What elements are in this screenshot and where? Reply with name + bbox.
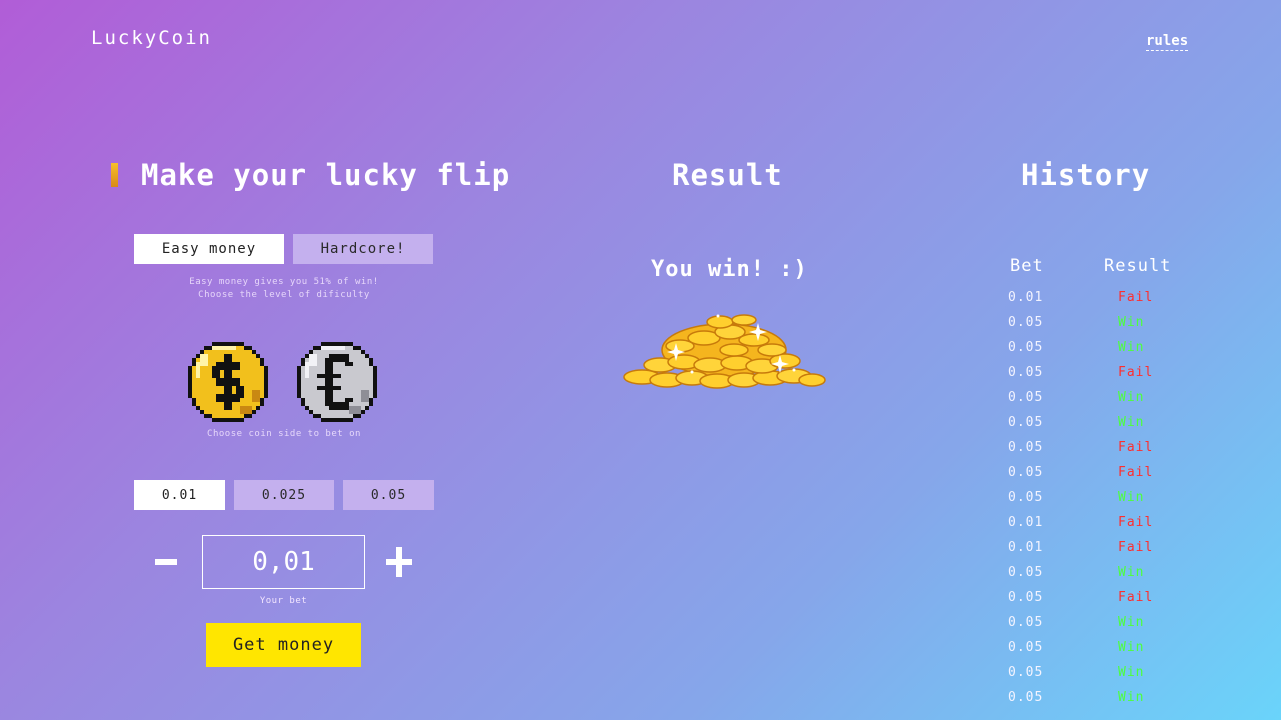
history-result-header: Result <box>1104 256 1172 276</box>
history-bet-value: 0.05 <box>1008 690 1044 705</box>
minus-icon <box>155 559 177 565</box>
history-bet-value: 0.05 <box>1008 565 1044 580</box>
history-result-value: Win <box>1118 665 1145 680</box>
amount-0-05-button[interactable]: 0.05 <box>343 480 434 510</box>
flip-panel-title: Make your lucky flip <box>141 158 511 192</box>
history-bet-value: 0.05 <box>1008 465 1044 480</box>
history-row: 0.01 Fail <box>1008 515 1208 540</box>
history-result-value: Win <box>1118 640 1145 655</box>
history-bet-value: 0.01 <box>1008 540 1044 555</box>
history-result-value: Fail <box>1118 540 1154 555</box>
mode-hint-line: Easy money gives you 51% of win! <box>189 277 379 287</box>
mode-easy-money-button[interactable]: Easy money <box>134 234 284 264</box>
amount-0-01-button[interactable]: 0.01 <box>134 480 225 510</box>
coin-hint: Choose coin side to bet on <box>207 429 361 439</box>
mode-hardcore-button[interactable]: Hardcore! <box>293 234 433 264</box>
history-bet-value: 0.05 <box>1008 340 1044 355</box>
dollar-coin-icon[interactable] <box>188 342 268 422</box>
decrease-bet-button[interactable] <box>148 541 184 583</box>
history-bet-value: 0.05 <box>1008 315 1044 330</box>
history-row: 0.01 Fail <box>1008 540 1208 565</box>
history-result-value: Win <box>1118 340 1145 355</box>
history-bet-value: 0.05 <box>1008 390 1044 405</box>
history-bet-value: 0.01 <box>1008 290 1044 305</box>
history-result-value: Win <box>1118 490 1145 505</box>
result-message: You win! :) <box>651 257 808 282</box>
history-result-value: Fail <box>1118 365 1154 380</box>
increase-bet-button[interactable] <box>381 541 417 583</box>
title-accent-bar <box>111 163 118 187</box>
history-row: 0.05 Win <box>1008 565 1208 590</box>
history-list: 0.01 Fail 0.05 Win 0.05 Win 0.05 Fail 0.05 Win 0.0… <box>1008 290 1208 715</box>
rules-link[interactable]: rules <box>1146 33 1189 51</box>
history-result-value: Win <box>1118 415 1145 430</box>
history-row: 0.05 Win <box>1008 315 1208 340</box>
get-money-button[interactable]: Get money <box>206 623 361 667</box>
amount-0-025-button[interactable]: 0.025 <box>234 480 334 510</box>
history-result-value: Fail <box>1118 590 1154 605</box>
history-row: 0.01 Fail <box>1008 290 1208 315</box>
history-row: 0.05 Fail <box>1008 365 1208 390</box>
history-bet-value: 0.05 <box>1008 440 1044 455</box>
history-row: 0.05 Win <box>1008 340 1208 365</box>
gold-coin-pile-icon <box>623 314 826 389</box>
history-panel-title: History <box>1021 158 1151 192</box>
history-row: 0.05 Win <box>1008 615 1208 640</box>
history-result-value: Fail <box>1118 465 1154 480</box>
history-row: 0.05 Fail <box>1008 590 1208 615</box>
history-result-value: Fail <box>1118 290 1154 305</box>
plus-icon <box>386 547 412 577</box>
history-row: 0.05 Win <box>1008 665 1208 690</box>
history-result-value: Fail <box>1118 515 1154 530</box>
app-logo[interactable]: LuckyCoin <box>91 27 212 49</box>
history-row: 0.05 Win <box>1008 640 1208 665</box>
history-row: 0.05 Win <box>1008 490 1208 515</box>
history-row: 0.05 Win <box>1008 415 1208 440</box>
history-result-value: Win <box>1118 690 1145 705</box>
mode-hint: Easy money gives you 51% of win! Choose … <box>134 276 434 302</box>
history-bet-header: Bet <box>1010 256 1044 276</box>
history-bet-value: 0.01 <box>1008 515 1044 530</box>
history-row: 0.05 Fail <box>1008 465 1208 490</box>
bet-amount-input[interactable] <box>202 535 365 589</box>
history-bet-value: 0.05 <box>1008 665 1044 680</box>
history-bet-value: 0.05 <box>1008 365 1044 380</box>
mode-hint-line: Choose the level of dificulty <box>198 290 370 300</box>
history-bet-value: 0.05 <box>1008 615 1044 630</box>
history-row: 0.05 Win <box>1008 690 1208 715</box>
history-bet-value: 0.05 <box>1008 415 1044 430</box>
history-result-value: Win <box>1118 390 1145 405</box>
history-bet-value: 0.05 <box>1008 490 1044 505</box>
result-panel-title: Result <box>672 158 783 192</box>
history-result-value: Fail <box>1118 440 1154 455</box>
euro-coin-icon[interactable] <box>297 342 377 422</box>
history-bet-value: 0.05 <box>1008 640 1044 655</box>
history-result-value: Win <box>1118 315 1145 330</box>
history-row: 0.05 Fail <box>1008 440 1208 465</box>
history-row: 0.05 Win <box>1008 390 1208 415</box>
history-bet-value: 0.05 <box>1008 590 1044 605</box>
bet-label: Your bet <box>259 596 308 606</box>
history-result-value: Win <box>1118 565 1145 580</box>
history-result-value: Win <box>1118 615 1145 630</box>
